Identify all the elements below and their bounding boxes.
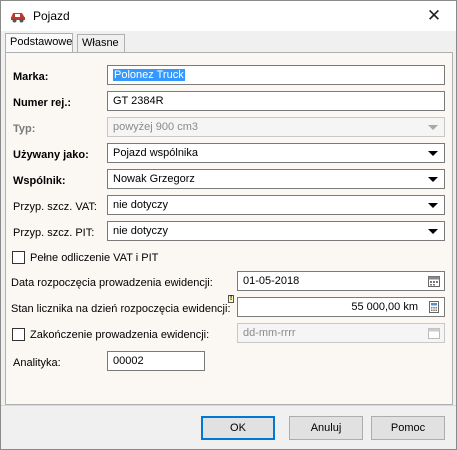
typ-label: Typ:: [13, 123, 36, 135]
typ-value: powyżej 900 cm3: [113, 121, 198, 133]
close-icon: ✕: [426, 6, 442, 26]
help-button[interactable]: Pomoc: [371, 416, 445, 440]
data-rozpoczecia-value: 01-05-2018: [243, 275, 300, 287]
numer-rej-value: GT 2384R: [113, 95, 164, 107]
przyp-vat-value: nie dotyczy: [113, 199, 169, 211]
data-rozpoczecia-label: Data rozpoczęcia prowadzenia ewidencji:: [11, 277, 213, 289]
data-rozpoczecia-input[interactable]: 01-05-2018: [237, 271, 445, 291]
title-bar: Pojazd ✕: [1, 1, 456, 31]
stan-licznika-value: 55 000,00 km: [351, 301, 418, 313]
dialog-window: Pojazd ✕ Podstawowe Własne Marka: Polone…: [0, 0, 457, 450]
przyp-pit-value: nie dotyczy: [113, 225, 169, 237]
typ-select: powyżej 900 cm3: [107, 117, 445, 137]
zakonczenie-label: Zakończenie prowadzenia ewidencji:: [30, 329, 210, 341]
marka-value: Polonez Truck: [113, 69, 185, 81]
tab-panel-podstawowe: Marka: Polonez Truck Numer rej.: GT 2384…: [5, 52, 453, 405]
uzywany-jako-value: Pojazd wspólnika: [113, 147, 198, 159]
chevron-down-icon: [428, 229, 438, 234]
uzywany-jako-select[interactable]: Pojazd wspólnika: [107, 143, 445, 163]
chevron-down-icon: [428, 177, 438, 182]
ok-button[interactable]: OK: [201, 416, 275, 440]
tab-podstawowe[interactable]: Podstawowe: [5, 33, 73, 53]
analityka-input[interactable]: 00002: [107, 351, 205, 371]
przyp-pit-select[interactable]: nie dotyczy: [107, 221, 445, 241]
wspolnik-select[interactable]: Nowak Grzegorz: [107, 169, 445, 189]
chevron-down-icon: [428, 151, 438, 156]
przyp-pit-label: Przyp. szcz. PIT:: [13, 227, 95, 239]
numer-rej-input[interactable]: GT 2384R: [107, 91, 445, 111]
analityka-label: Analityka:: [13, 357, 61, 369]
close-button[interactable]: ✕: [412, 1, 456, 31]
wspolnik-label: Wspólnik:: [13, 175, 66, 187]
warning-icon: !: [228, 295, 234, 303]
przyp-vat-label: Przyp. szcz. VAT:: [13, 201, 97, 213]
analityka-value: 00002: [113, 355, 144, 367]
pelne-odliczenie-label: Pełne odliczenie VAT i PIT: [30, 252, 159, 264]
przyp-vat-select[interactable]: nie dotyczy: [107, 195, 445, 215]
zakonczenie-checkbox[interactable]: [12, 328, 25, 341]
chevron-down-icon: [428, 203, 438, 208]
stan-licznika-label: Stan licznika na dzień rozpoczęcia ewide…: [11, 303, 231, 315]
numer-rej-label: Numer rej.:: [13, 97, 72, 109]
marka-input[interactable]: Polonez Truck: [107, 65, 445, 85]
wspolnik-value: Nowak Grzegorz: [113, 173, 195, 185]
calendar-icon[interactable]: [428, 275, 440, 287]
marka-label: Marka:: [13, 71, 49, 83]
uzywany-jako-label: Używany jako:: [13, 149, 89, 161]
tab-wlasne[interactable]: Własne: [77, 34, 125, 53]
chevron-down-icon: [428, 125, 438, 130]
calendar-icon: [428, 328, 440, 339]
window-title: Pojazd: [33, 9, 70, 23]
pelne-odliczenie-checkbox[interactable]: [12, 251, 25, 264]
car-icon: [11, 13, 25, 23]
calculator-icon[interactable]: [428, 301, 440, 313]
cancel-button[interactable]: Anuluj: [289, 416, 363, 440]
zakonczenie-date-placeholder: dd-mm-rrrr: [243, 327, 296, 339]
stan-licznika-input[interactable]: 55 000,00 km: [237, 297, 445, 317]
zakonczenie-date-input: dd-mm-rrrr: [237, 323, 445, 343]
dialog-footer: OK Anuluj Pomoc: [1, 405, 456, 449]
